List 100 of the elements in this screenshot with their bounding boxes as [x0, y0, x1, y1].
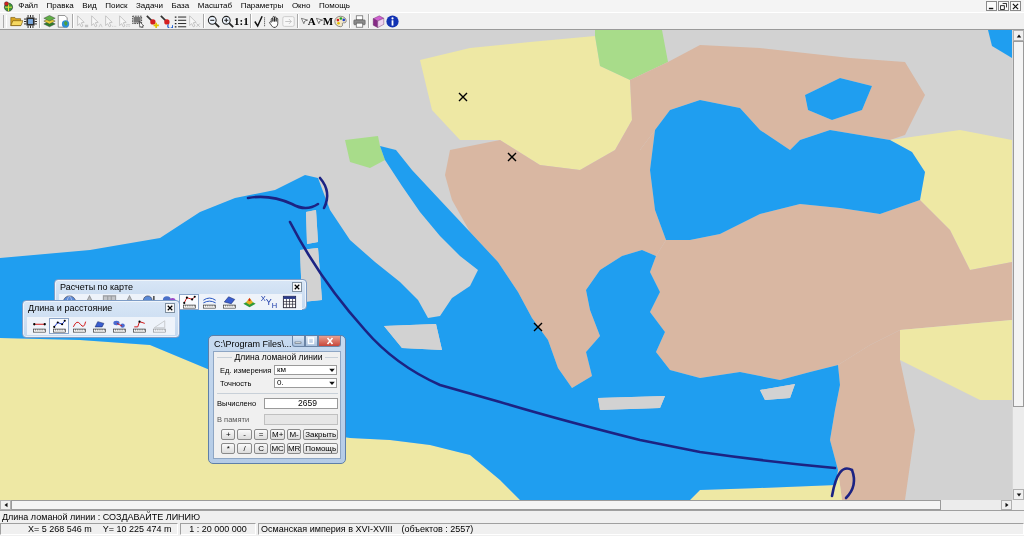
layer-name: Османская империя в XVI-XVIII: [261, 524, 393, 534]
close-icon: [324, 337, 335, 345]
menu-item[interactable]: Масштаб: [193, 0, 237, 12]
key-button[interactable]: -: [237, 429, 252, 440]
key-button[interactable]: C: [253, 443, 269, 454]
cross-icon: [507, 152, 517, 162]
close-icon: [294, 284, 300, 290]
book-icon: [371, 14, 385, 28]
ruler-arcs-icon: [201, 295, 217, 309]
ruler-polyline-icon: [51, 319, 67, 333]
terrain-icon: [241, 295, 257, 309]
island: [598, 396, 665, 410]
dialog-button[interactable]: Помощь: [303, 443, 338, 454]
menu-item[interactable]: Помощь: [314, 0, 355, 12]
ruler-shapes-icon: [111, 319, 127, 333]
pointer-icon: [103, 14, 117, 28]
close-button[interactable]: [165, 303, 175, 313]
toolbar-button[interactable]: A: [300, 13, 316, 29]
menu-item[interactable]: Поиск: [100, 0, 132, 12]
scroll-down-button[interactable]: [1013, 489, 1024, 500]
key-button[interactable]: +: [221, 429, 236, 440]
menu-item[interactable]: Файл: [14, 0, 43, 12]
tool-button[interactable]: [179, 294, 199, 310]
down-arrow-icon: [1015, 491, 1022, 498]
group-title: Длина ломаной линии: [233, 353, 324, 362]
table-icon: [281, 295, 297, 309]
ruler-polyline-icon: [181, 295, 197, 309]
tool-button[interactable]: $^{X}$Y$_{H}$: [259, 294, 279, 310]
key-button[interactable]: M+: [270, 429, 285, 440]
menu-item[interactable]: Окно: [287, 0, 315, 12]
toolbar-button[interactable]: 1:1: [234, 13, 249, 29]
coordinate-text: Y= 10 225 474 m: [102, 524, 172, 534]
palette-icon: [333, 14, 347, 28]
pointer-icon: [89, 14, 103, 28]
ruler-polyline-icon: [131, 319, 147, 333]
readout-field[interactable]: 2659: [264, 397, 338, 409]
maximize-icon: [306, 337, 317, 345]
key-button[interactable]: /: [237, 443, 252, 454]
toolbar-button[interactable]: M: [315, 13, 333, 29]
chip-icon: [23, 14, 37, 28]
menu-item[interactable]: Вид: [77, 0, 101, 12]
close-button[interactable]: [292, 282, 302, 292]
island: [384, 324, 442, 350]
object-count: (объектов : 2557): [401, 524, 474, 534]
dropdown[interactable]: 0.: [274, 378, 337, 388]
menu-item[interactable]: Задачи: [131, 0, 168, 12]
up-arrow-icon: [1015, 32, 1022, 39]
toolbar-button[interactable]: [173, 13, 187, 29]
toolbar-title: Длина и расстояние: [27, 303, 114, 313]
dialog-button[interactable]: Закрыть: [303, 429, 338, 440]
menu-item[interactable]: Правка: [42, 0, 78, 12]
ruler-area-icon: [221, 295, 237, 309]
restore-icon: [1000, 2, 1007, 10]
island: [760, 384, 795, 400]
folder-icon: [9, 14, 23, 28]
pointer-icon: [117, 14, 131, 28]
menu-item[interactable]: Параметры: [236, 0, 288, 12]
toolbar-button[interactable]: [23, 13, 37, 29]
scale-text: 1 : 20 000 000: [189, 524, 247, 534]
territory-region: [345, 136, 385, 168]
close-icon: [167, 305, 173, 311]
tool-button[interactable]: [49, 318, 69, 334]
toolbar-button[interactable]: [253, 13, 268, 29]
dropdown[interactable]: км: [274, 365, 337, 375]
ruler-area-icon: [91, 319, 107, 333]
scroll-left-button[interactable]: [0, 500, 11, 510]
pin-plus-icon: [145, 14, 159, 28]
scroll-right-button[interactable]: [1001, 500, 1012, 510]
scrollbar-thumb[interactable]: [1013, 41, 1024, 407]
cross-icon: [533, 322, 543, 332]
tick-icon: [254, 14, 268, 28]
maximize-button[interactable]: [304, 336, 319, 347]
layers-icon: [42, 14, 56, 28]
key-button[interactable]: MC: [270, 443, 285, 454]
toolbar-button[interactable]: [220, 13, 234, 29]
zoom-out-icon: [206, 14, 220, 28]
key-button[interactable]: =: [253, 429, 269, 440]
key-button[interactable]: MR: [286, 443, 302, 454]
scroll-up-button[interactable]: [1013, 30, 1024, 41]
key-button[interactable]: M-: [286, 429, 302, 440]
window-title: C:\Program Files\...: [213, 338, 292, 349]
coordinate-text: X= 5 268 546 m: [28, 524, 92, 534]
toolbar-button[interactable]: [206, 13, 220, 29]
key-button[interactable]: *: [221, 443, 236, 454]
zoom-in-icon: [220, 14, 234, 28]
vertical-scrollbar[interactable]: [1012, 30, 1024, 500]
cross-icon: [458, 92, 468, 102]
app-icon[interactable]: [3, 0, 14, 12]
left-arrow-icon: [2, 502, 9, 508]
close-button[interactable]: [1010, 1, 1021, 11]
minimize-button[interactable]: [986, 1, 997, 11]
toolbar-button[interactable]: [371, 13, 385, 29]
menu-item[interactable]: База: [167, 0, 194, 12]
list-icon: [173, 14, 187, 28]
close-icon: [1012, 2, 1019, 10]
island: [306, 210, 318, 244]
ruler-triangle-icon: [151, 319, 167, 333]
toolbar-button[interactable]: [385, 13, 399, 29]
restore-button[interactable]: [998, 1, 1009, 11]
pointer-icon: [187, 14, 201, 28]
